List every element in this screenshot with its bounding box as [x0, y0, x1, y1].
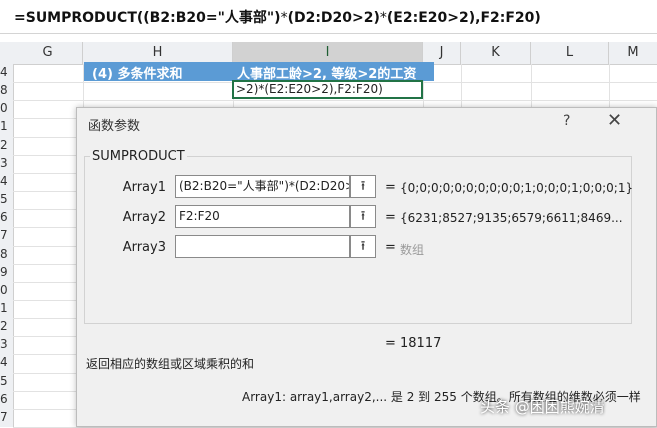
row-header[interactable]: 2 — [0, 319, 12, 333]
column-header-g[interactable]: G — [13, 42, 83, 64]
result-equals: = — [385, 336, 396, 351]
help-button[interactable]: ? — [563, 113, 570, 129]
row-header[interactable]: 8 — [0, 83, 12, 97]
row-header[interactable]: 6 — [0, 392, 12, 406]
collapse-arrow-icon: ⭱ — [360, 209, 366, 224]
function-description: 返回相应的数组或区域乘积的和 — [86, 357, 255, 371]
watermark: 头条 @困困熊婉清 — [480, 398, 605, 416]
row-header-column — [0, 64, 14, 427]
row-header[interactable]: 8 — [0, 247, 12, 261]
row-header[interactable]: 5 — [0, 192, 12, 206]
array2-input[interactable]: F2:F20 — [175, 205, 350, 228]
row-header[interactable]: 2 — [0, 138, 12, 152]
array2-label: Array2 — [122, 210, 166, 225]
formula-text[interactable]: =SUMPRODUCT((B2:B20="人事部")*(D2:D20>2)*(E… — [14, 7, 541, 27]
formula-tail: ,F2:F20) — [475, 10, 541, 26]
column-header-l[interactable]: L — [531, 42, 609, 64]
row-header[interactable]: 4 — [0, 355, 12, 369]
close-button[interactable]: ✕ — [607, 110, 622, 131]
gridline — [13, 100, 657, 102]
formula-mult2: * — [379, 10, 387, 26]
array1-result: {0;0;0;0;0;0;0;0;0;0;1;0;0;0;1;0;0;0;1} — [400, 181, 634, 195]
formula-result: 18117 — [400, 336, 442, 351]
row-header[interactable]: 7 — [0, 410, 12, 424]
array2-result: {6231;8527;9135;6579;6611;8469... — [400, 211, 623, 225]
row-header[interactable]: 4 — [0, 174, 12, 188]
dialog-title: 函数参数 — [88, 119, 141, 134]
array3-equals: = — [385, 240, 396, 255]
formula-arg3: (E2:E20>2) — [386, 10, 476, 26]
row-header[interactable]: 9 — [0, 265, 12, 279]
array3-collapse-button[interactable]: ⭱ — [350, 235, 376, 258]
column-header-i[interactable]: I — [233, 42, 423, 64]
array2-equals: = — [385, 210, 396, 225]
row-header[interactable]: 0 — [0, 101, 12, 115]
array1-equals: = — [385, 180, 396, 195]
row-header[interactable]: 3 — [0, 156, 12, 170]
row-header[interactable]: 0 — [0, 283, 12, 297]
formula-mult1: * — [280, 10, 288, 26]
row-header[interactable]: 6 — [0, 210, 12, 224]
column-header-j[interactable]: J — [423, 42, 461, 64]
array3-label: Array3 — [122, 240, 166, 255]
formula-arg1: (B2:B20="人事部") — [143, 10, 281, 26]
column-header-k[interactable]: K — [461, 42, 531, 64]
array3-input[interactable] — [175, 235, 350, 258]
collapse-arrow-icon: ⭱ — [360, 179, 366, 194]
column-header-h[interactable]: H — [83, 42, 233, 64]
formula-prefix: =SUMPRODUCT( — [14, 10, 144, 26]
array1-collapse-button[interactable]: ⭱ — [350, 175, 376, 198]
row-header[interactable]: 7 — [0, 228, 12, 242]
array2-collapse-button[interactable]: ⭱ — [350, 205, 376, 228]
collapse-arrow-icon: ⭱ — [360, 239, 366, 254]
column-header-m[interactable]: M — [609, 42, 657, 64]
active-cell-editor[interactable]: >2)*(E2:E20>2),F2:F20) — [232, 80, 423, 99]
array3-result: 数组 — [400, 243, 425, 257]
row-header[interactable]: 4 — [0, 65, 12, 79]
banner-h-text[interactable]: (4) 多条件求和 — [92, 63, 182, 82]
array1-input[interactable]: (B2:B20="人事部")*(D2:D20>2 — [175, 175, 350, 198]
row-header[interactable]: 3 — [0, 337, 12, 351]
row-header[interactable]: 1 — [0, 301, 12, 315]
row-header[interactable]: 5 — [0, 374, 12, 388]
formula-arg2: (D2:D20>2) — [287, 10, 380, 26]
function-name: SUMPRODUCT — [90, 149, 187, 164]
row-header[interactable]: 1 — [0, 119, 12, 133]
array1-label: Array1 — [122, 180, 166, 195]
